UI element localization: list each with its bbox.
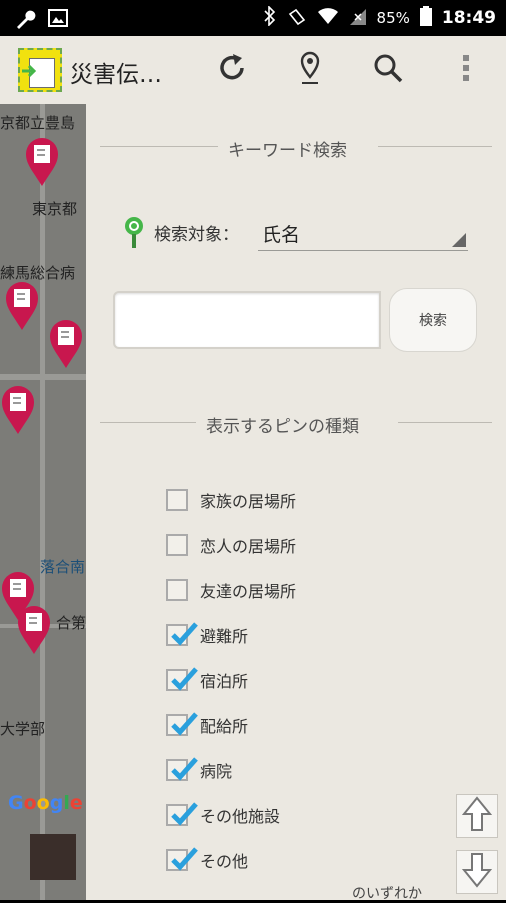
checkbox[interactable] xyxy=(166,802,198,826)
checkbox[interactable] xyxy=(166,712,198,736)
search-panel: キーワード検索 検索対象： 氏名 検索 表示するピンの種類 家族の居場所 恋人の居… xyxy=(86,104,506,902)
checkbox[interactable] xyxy=(166,534,188,556)
ad-thumbnail[interactable] xyxy=(30,834,76,880)
checkbox[interactable] xyxy=(166,622,198,646)
section-title: キーワード検索 xyxy=(228,141,347,161)
search-icon xyxy=(373,53,403,87)
map-view[interactable]: 京都立豊島 東京都 練馬総合病 落合南 合第 大学部 Google xyxy=(0,104,86,900)
checkbox[interactable] xyxy=(166,847,198,871)
scroll-down-button[interactable] xyxy=(456,850,498,894)
map-label: 大学部 xyxy=(0,720,46,738)
bluetooth-icon xyxy=(263,5,277,30)
map-label: 合第 xyxy=(56,614,86,632)
search-target-label: 検索対象： xyxy=(154,225,239,245)
refresh-icon xyxy=(217,53,247,87)
scroll-up-button[interactable] xyxy=(456,794,498,838)
arrow-down-icon xyxy=(461,852,493,892)
battery-percent: 85% xyxy=(376,9,410,27)
checkbox-label: 病院 xyxy=(200,762,233,781)
keyword-search-header: キーワード検索 xyxy=(100,136,492,161)
pin-types-header: 表示するピンの種類 xyxy=(100,412,492,437)
checkbox-label: その他施設 xyxy=(200,807,281,826)
map-pin[interactable] xyxy=(4,280,40,332)
checkbox-label: 友達の居場所 xyxy=(200,582,297,601)
map-label: 東京都 xyxy=(32,200,78,218)
nfc-icon xyxy=(287,6,307,30)
map-pin[interactable] xyxy=(16,604,52,656)
checkbox-label: その他 xyxy=(200,852,249,871)
keyword-input[interactable] xyxy=(113,291,381,349)
pin-search-icon xyxy=(124,216,144,254)
overflow-menu-button[interactable] xyxy=(446,50,486,90)
checkbox[interactable] xyxy=(166,489,188,511)
checkbox-label: 恋人の居場所 xyxy=(200,537,297,556)
battery-icon xyxy=(419,6,432,30)
checkbox-label: 家族の居場所 xyxy=(200,492,297,511)
checkbox-label: 避難所 xyxy=(200,627,249,646)
search-button[interactable] xyxy=(368,50,408,90)
map-pin[interactable] xyxy=(0,384,36,436)
checkbox[interactable] xyxy=(166,579,188,601)
checkbox-label: 宿泊所 xyxy=(200,672,249,691)
clock: 18:49 xyxy=(441,8,496,28)
signal-icon xyxy=(349,6,367,30)
keyword-search-button[interactable]: 検索 xyxy=(389,288,477,352)
search-target-select[interactable]: 氏名 xyxy=(258,214,468,251)
section-title: 表示するピンの種類 xyxy=(206,417,359,437)
filter-mode-note: のいずれか xyxy=(352,886,422,902)
refresh-button[interactable] xyxy=(212,50,252,90)
app-logo-icon[interactable] xyxy=(18,48,62,92)
dropdown-arrow-icon xyxy=(452,233,466,247)
map-pin[interactable] xyxy=(48,318,84,370)
location-button[interactable] xyxy=(290,50,330,90)
app-title: 災害伝… xyxy=(70,62,162,88)
search-target-row: 検索対象： 氏名 xyxy=(124,214,470,254)
checkbox-label: 配給所 xyxy=(200,717,249,736)
checkbox[interactable] xyxy=(166,757,198,781)
status-bar: 85% 18:49 xyxy=(0,0,506,36)
map-pin[interactable] xyxy=(24,136,60,188)
wifi-icon xyxy=(317,6,339,30)
map-label: 京都立豊島 xyxy=(0,114,76,132)
arrow-up-icon xyxy=(461,796,493,836)
checkbox[interactable] xyxy=(166,667,198,691)
map-label: 落合南 xyxy=(40,558,86,576)
google-logo: Google xyxy=(8,792,83,814)
location-pin-icon xyxy=(298,51,322,89)
wrench-icon xyxy=(14,8,36,34)
search-target-value: 氏名 xyxy=(262,224,301,246)
image-icon xyxy=(48,8,68,34)
more-vert-icon xyxy=(462,53,470,87)
